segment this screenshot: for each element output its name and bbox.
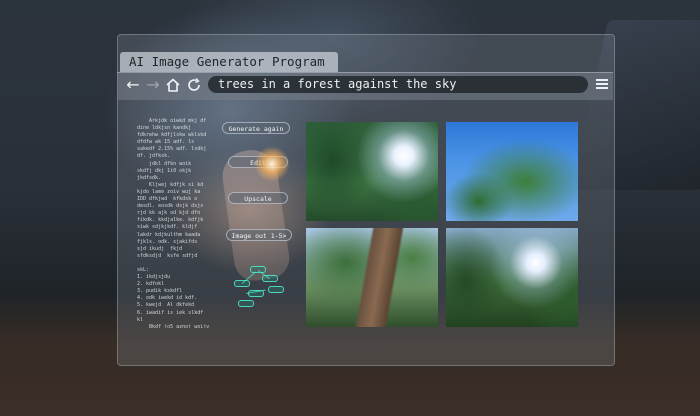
generate-again-button[interactable]: Generate again <box>222 122 290 134</box>
generated-image-1[interactable] <box>306 122 438 221</box>
image-count-button[interactable]: Image out 1-5> <box>226 229 292 241</box>
arrow-left-icon[interactable]: ← <box>124 76 142 94</box>
home-icon[interactable] <box>164 76 182 94</box>
refresh-icon[interactable] <box>185 76 203 94</box>
window-title: AI Image Generator Program <box>120 52 338 72</box>
arrow-right-icon[interactable]: → <box>144 76 162 94</box>
touch-glow <box>254 146 290 182</box>
generated-image-4[interactable] <box>446 228 578 327</box>
description-text: Arkjdk oiwkd mkj df dine ldkjsn kandkj f… <box>137 118 210 328</box>
upscale-button[interactable]: Upscale <box>228 192 288 204</box>
network-node <box>268 286 284 293</box>
generated-image-3[interactable] <box>306 228 438 327</box>
hamburger-menu-icon[interactable] <box>596 79 608 89</box>
generated-image-2[interactable] <box>446 122 578 221</box>
prompt-input[interactable]: trees in a forest against the sky <box>208 76 588 93</box>
network-node <box>238 300 254 307</box>
